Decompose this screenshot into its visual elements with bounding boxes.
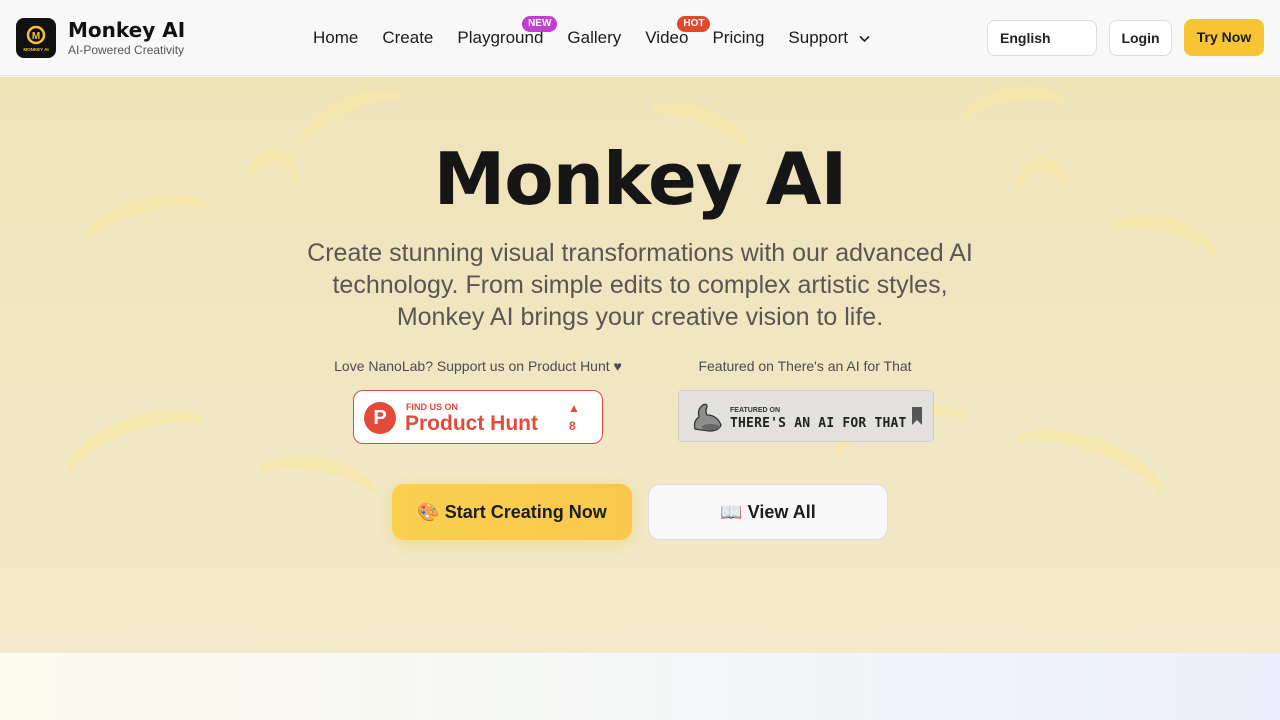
monkey-logo-icon[interactable]: M MONKEY AI	[16, 18, 56, 58]
producthunt-small-label: FIND US ON	[406, 402, 459, 412]
aift-robot-arm-icon	[693, 403, 722, 432]
hero-subtitle: Create stunning visual transformations w…	[307, 239, 973, 331]
upvote-count: 8	[569, 419, 576, 433]
hero-title: Monkey AI	[433, 137, 848, 221]
main-nav: Home Create Playground NEW Gallery Video…	[301, 0, 882, 76]
start-creating-button[interactable]: 🎨 Start Creating Now	[392, 484, 632, 540]
bookmark-icon	[912, 407, 922, 425]
producthunt-badge[interactable]: P FIND US ON Product Hunt ▲ 8	[353, 390, 603, 444]
aift-small-label: FEATURED ON	[730, 407, 781, 414]
view-all-button[interactable]: 📖 View All	[648, 484, 888, 540]
nav-gallery[interactable]: Gallery	[555, 18, 633, 58]
nav-gallery-label: Gallery	[567, 28, 622, 47]
nav-pricing-label: Pricing	[712, 28, 765, 47]
new-badge: NEW	[522, 16, 558, 32]
nav-home-label: Home	[313, 28, 359, 47]
nav-playground[interactable]: Playground NEW	[445, 16, 558, 58]
aift-title: THERE'S AN AI FOR THAT	[730, 416, 907, 431]
svg-text:MONKEY AI: MONKEY AI	[23, 47, 48, 52]
try-now-button[interactable]: Try Now	[1184, 19, 1264, 56]
nav-create[interactable]: Create	[370, 18, 445, 58]
banana-decoration	[244, 446, 386, 538]
upvote-arrow-icon: ▲	[568, 401, 580, 415]
hero-section: Monkey AI Create stunning visual transfo…	[0, 77, 1280, 653]
aift-caption: Featured on There's an AI for That	[698, 358, 912, 374]
aift-badge[interactable]: FEATURED ON THERE'S AN AI FOR THAT	[678, 390, 934, 442]
top-navbar: M MONKEY AI Monkey AI AI-Powered Creativ…	[0, 0, 1280, 76]
banana-decoration	[991, 410, 1179, 544]
brand-tagline: AI-Powered Creativity	[68, 43, 185, 57]
login-button[interactable]: Login	[1109, 20, 1172, 56]
brand[interactable]: M MONKEY AI Monkey AI AI-Powered Creativ…	[16, 18, 185, 58]
next-section	[0, 653, 1280, 720]
producthunt-title: Product Hunt	[405, 412, 538, 435]
nav-support-label: Support	[788, 28, 848, 47]
nav-support-dropdown[interactable]: Support	[776, 18, 881, 58]
nav-video[interactable]: Video HOT	[633, 16, 711, 58]
banana-decoration	[51, 392, 229, 522]
language-select[interactable]: English	[987, 20, 1097, 56]
nav-create-label: Create	[382, 28, 434, 47]
nav-pricing[interactable]: Pricing	[700, 18, 776, 58]
brand-name[interactable]: Monkey AI	[68, 19, 185, 41]
svg-text:M: M	[32, 31, 40, 42]
nav-home[interactable]: Home	[301, 18, 370, 58]
chevron-down-icon	[859, 35, 870, 42]
producthunt-caption: Love NanoLab? Support us on Product Hunt…	[334, 358, 622, 374]
producthunt-logo-icon: P	[364, 402, 396, 434]
